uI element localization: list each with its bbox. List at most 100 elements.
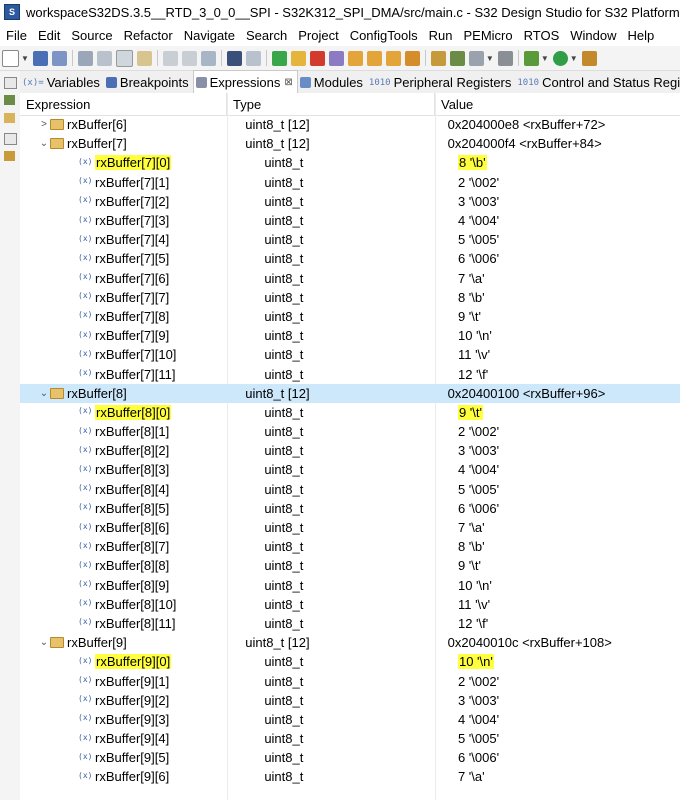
- menu-configtools[interactable]: ConfigTools: [344, 28, 423, 43]
- table-row[interactable]: (x) rxBuffer[8][3] uint8_t 4 '\004': [20, 460, 680, 479]
- menu-search[interactable]: Search: [240, 28, 292, 43]
- table-row[interactable]: (x) rxBuffer[7][10] uint8_t 11 '\v': [20, 345, 680, 364]
- value-cell[interactable]: 10 '\n': [452, 328, 680, 343]
- peripherals-icon[interactable]: [468, 50, 484, 66]
- table-row[interactable]: (x) rxBuffer[7][8] uint8_t 9 '\t': [20, 307, 680, 326]
- value-cell[interactable]: 6 '\006': [452, 501, 680, 516]
- table-row[interactable]: (x) rxBuffer[9][2] uint8_t 3 '\003': [20, 691, 680, 710]
- search-icon[interactable]: [200, 50, 216, 66]
- table-row[interactable]: (x) rxBuffer[9][0] uint8_t 10 '\n': [20, 652, 680, 671]
- table-row[interactable]: (x) rxBuffer[7][5] uint8_t 6 '\006': [20, 249, 680, 268]
- table-row[interactable]: (x) rxBuffer[8][1] uint8_t 2 '\002': [20, 422, 680, 441]
- step-into-icon[interactable]: [347, 50, 363, 66]
- terminate-icon[interactable]: [309, 50, 325, 66]
- value-cell[interactable]: 3 '\003': [452, 194, 680, 209]
- value-cell[interactable]: 11 '\v': [452, 597, 680, 612]
- tab-breakpoints[interactable]: Breakpoints: [104, 72, 193, 93]
- value-cell[interactable]: 9 '\t': [452, 558, 680, 573]
- tab-variables[interactable]: (x)= Variables: [20, 72, 104, 93]
- table-row[interactable]: (x) rxBuffer[8][2] uint8_t 3 '\003': [20, 441, 680, 460]
- restore-icon[interactable]: [4, 77, 17, 89]
- value-cell[interactable]: 2 '\002': [452, 424, 680, 439]
- table-row[interactable]: (x) rxBuffer[8][4] uint8_t 5 '\005': [20, 480, 680, 499]
- table-row[interactable]: (x) rxBuffer[9][4] uint8_t 5 '\005': [20, 729, 680, 748]
- tab-peripheral-registers[interactable]: 1010 Peripheral Registers: [367, 72, 515, 93]
- value-cell[interactable]: 7 '\a': [452, 520, 680, 535]
- table-row[interactable]: (x) rxBuffer[9][5] uint8_t 6 '\006': [20, 748, 680, 767]
- collapse-icon[interactable]: ⌄: [38, 637, 50, 648]
- value-cell[interactable]: 2 '\002': [452, 674, 680, 689]
- clean-icon[interactable]: [96, 50, 112, 66]
- table-row[interactable]: (x) rxBuffer[7][9] uint8_t 10 '\n': [20, 326, 680, 345]
- table-row[interactable]: (x) rxBuffer[7][3] uint8_t 4 '\004': [20, 211, 680, 230]
- debug-view-icon[interactable]: [4, 95, 15, 105]
- collapse-icon[interactable]: ⌄: [38, 138, 50, 149]
- table-row[interactable]: (x) rxBuffer[9][3] uint8_t 4 '\004': [20, 710, 680, 729]
- menu-help[interactable]: Help: [622, 28, 660, 43]
- value-cell[interactable]: 7 '\a': [452, 769, 680, 784]
- value-cell[interactable]: 10 '\n': [452, 654, 680, 670]
- collapse-icon[interactable]: ⌄: [38, 388, 50, 399]
- table-row[interactable]: (x) rxBuffer[9][1] uint8_t 2 '\002': [20, 671, 680, 690]
- redo-icon[interactable]: [181, 50, 197, 66]
- value-cell[interactable]: 2 '\002': [452, 175, 680, 190]
- step-over-icon[interactable]: [366, 50, 382, 66]
- value-cell[interactable]: 10 '\n': [452, 578, 680, 593]
- value-cell[interactable]: 0x204000e8 <rxBuffer+72>: [442, 117, 680, 132]
- close-icon[interactable]: ⊠: [284, 77, 292, 88]
- new-icon[interactable]: [2, 49, 19, 67]
- value-cell[interactable]: 9 '\t': [452, 404, 680, 420]
- table-row[interactable]: (x) rxBuffer[8][5] uint8_t 6 '\006': [20, 499, 680, 518]
- table-row[interactable]: (x) rxBuffer[7][4] uint8_t 5 '\005': [20, 230, 680, 249]
- paste-icon[interactable]: [136, 50, 152, 66]
- value-cell[interactable]: 8 '\b': [452, 290, 680, 305]
- resume-icon[interactable]: [271, 50, 287, 66]
- tab-control-and-status-registers[interactable]: 1010Control and Status Registers: [515, 72, 680, 93]
- table-row[interactable]: (x) rxBuffer[8][0] uint8_t 9 '\t': [20, 403, 680, 422]
- external-tools-icon[interactable]: [497, 50, 513, 66]
- tab-expressions[interactable]: Expressions ⊠: [192, 70, 298, 93]
- peripherals-dropdown-icon[interactable]: ▼: [486, 54, 494, 63]
- run-icon[interactable]: [552, 50, 568, 66]
- external-tool-icon[interactable]: [581, 50, 597, 66]
- project-explorer-icon[interactable]: [4, 113, 15, 123]
- column-header-expression[interactable]: Expression: [20, 93, 227, 115]
- run-dropdown-icon[interactable]: ▼: [570, 54, 578, 63]
- menu-run[interactable]: Run: [423, 28, 458, 43]
- table-row[interactable]: > rxBuffer[6] uint8_t [12] 0x204000e8 <rxBu…: [20, 115, 680, 134]
- step-return-icon[interactable]: [385, 50, 401, 66]
- menu-source[interactable]: Source: [65, 28, 117, 43]
- table-row[interactable]: ⌄ rxBuffer[7] uint8_t [12] 0x204000f4 <rxBu…: [20, 134, 680, 153]
- table-row[interactable]: (x) rxBuffer[9][6] uint8_t 7 '\a': [20, 767, 680, 786]
- menu-edit[interactable]: Edit: [32, 28, 65, 43]
- build-icon[interactable]: [77, 50, 93, 66]
- table-row[interactable]: (x) rxBuffer[7][1] uint8_t 2 '\002': [20, 173, 680, 192]
- table-row[interactable]: (x) rxBuffer[8][10] uint8_t 11 '\v': [20, 595, 680, 614]
- menu-refactor[interactable]: Refactor: [118, 28, 178, 43]
- table-row[interactable]: ⌄ rxBuffer[8] uint8_t [12] 0x20400100 <rxBu…: [20, 383, 680, 403]
- disconnect-icon[interactable]: [328, 50, 344, 66]
- bug-icon[interactable]: [449, 50, 465, 66]
- value-cell[interactable]: 8 '\b': [452, 539, 680, 554]
- value-cell[interactable]: 5 '\005': [452, 482, 680, 497]
- value-cell[interactable]: 7 '\a': [452, 271, 680, 286]
- value-cell[interactable]: 3 '\003': [452, 693, 680, 708]
- table-row[interactable]: (x) rxBuffer[7][2] uint8_t 3 '\003': [20, 192, 680, 211]
- value-cell[interactable]: 6 '\006': [452, 251, 680, 266]
- value-cell[interactable]: 11 '\v': [452, 347, 680, 362]
- value-cell[interactable]: 3 '\003': [452, 443, 680, 458]
- copy-icon[interactable]: [115, 49, 133, 67]
- terminal-icon[interactable]: [226, 50, 242, 66]
- table-row[interactable]: (x) rxBuffer[8][8] uint8_t 9 '\t': [20, 556, 680, 575]
- value-cell[interactable]: 4 '\004': [452, 462, 680, 477]
- table-row[interactable]: (x) rxBuffer[7][6] uint8_t 7 '\a': [20, 269, 680, 288]
- value-cell[interactable]: 0x2040010c <rxBuffer+108>: [442, 635, 680, 650]
- suspend-icon[interactable]: [290, 50, 306, 66]
- debug-run-icon[interactable]: [523, 50, 539, 66]
- menu-project[interactable]: Project: [292, 28, 343, 43]
- save-icon[interactable]: [32, 50, 48, 66]
- value-cell[interactable]: 0x20400100 <rxBuffer+96>: [442, 386, 680, 401]
- debug-dropdown-icon[interactable]: ▼: [541, 54, 549, 63]
- link-icon[interactable]: [245, 50, 261, 66]
- table-row[interactable]: (x) rxBuffer[8][11] uint8_t 12 '\f': [20, 614, 680, 633]
